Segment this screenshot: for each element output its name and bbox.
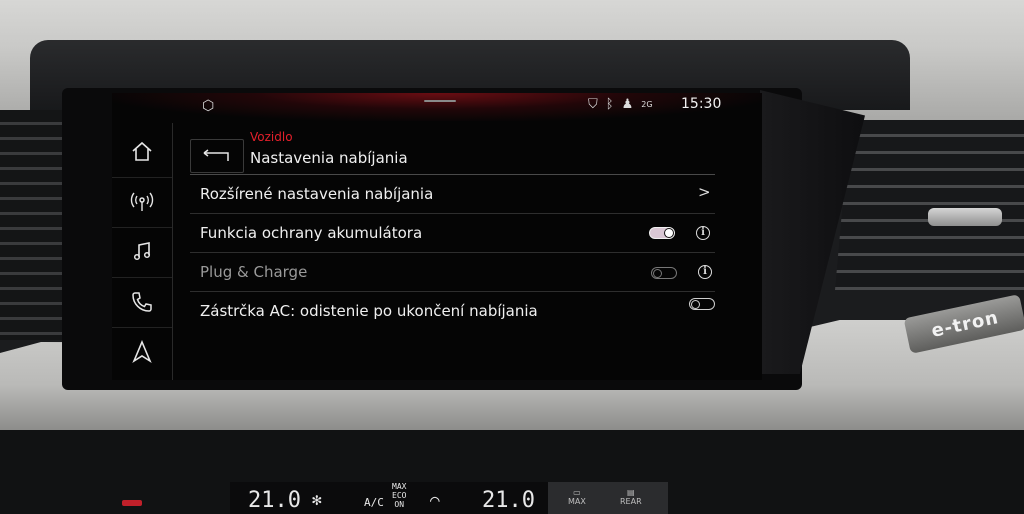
signal-icon: 2G [641, 100, 653, 109]
left-air-vent [0, 110, 70, 340]
ac-plug-unlock-toggle[interactable] [689, 298, 715, 310]
breadcrumb[interactable]: Vozidlo [250, 130, 293, 144]
location-icon: ⛉ [588, 97, 598, 112]
plug-and-charge-toggle[interactable] [651, 267, 677, 279]
sidebar-item-phone[interactable] [112, 277, 172, 328]
vent-knob [928, 208, 1002, 226]
hazard-led [122, 500, 142, 506]
setting-label: Plug & Charge [200, 263, 308, 281]
setting-plug-and-charge[interactable]: Plug & Charge i [190, 253, 715, 292]
fan-icon[interactable]: ✻ [312, 490, 322, 509]
setting-ac-plug-unlock[interactable]: Zástrčka AC: odistenie po ukončení nabíj… [190, 292, 715, 330]
sidebar-item-home[interactable] [112, 127, 172, 178]
status-icons: ⛉ ᛒ ♟ 2G [588, 97, 653, 112]
home-icon [132, 141, 152, 161]
page-title: Nastavenia nabíjania [250, 149, 408, 167]
max-defrost-label: MAX [568, 497, 586, 506]
setting-label: Rozšírené nastavenia nabíjania [200, 185, 434, 203]
bluetooth-icon: ᛒ [605, 97, 614, 112]
music-note-icon [133, 242, 151, 261]
setting-advanced-charging[interactable]: Rozšírené nastavenia nabíjania > [190, 175, 715, 214]
toggle-knob [653, 268, 662, 278]
max-label: MAX [392, 482, 407, 491]
setting-label: Zástrčka AC: odistenie po ukončení nabíj… [200, 302, 538, 320]
sidebar-item-media[interactable] [112, 227, 172, 278]
navigation-arrow-icon [132, 340, 152, 364]
sidebar [112, 123, 173, 380]
right-temperature[interactable]: 21.0 [482, 488, 535, 513]
sidebar-item-navigation[interactable] [112, 327, 172, 377]
status-bar-handle[interactable] [424, 100, 456, 102]
max-defrost-button[interactable]: ▭ MAX [568, 488, 586, 506]
max-eco-button[interactable]: MAX ECO ON [392, 482, 406, 509]
phone-icon [132, 292, 152, 312]
setting-battery-protection[interactable]: Funkcia ochrany akumulátora i [190, 214, 715, 253]
eco-label: ECO [392, 491, 407, 500]
back-arrow-icon [203, 149, 229, 161]
defrost-buttons: ▭ MAX ▤ REAR [548, 482, 668, 514]
clock: 15:30 [681, 96, 722, 112]
chevron-right-icon: > [698, 183, 711, 201]
right-air-vent [835, 120, 1024, 290]
sidebar-item-radio[interactable] [112, 177, 172, 228]
info-icon[interactable]: i [698, 265, 712, 279]
left-temperature[interactable]: 21.0 [248, 488, 301, 513]
toggle-knob [665, 229, 673, 237]
on-label: ON [394, 500, 405, 509]
vehicle-cube-icon[interactable]: ⬡ [202, 98, 214, 114]
infotainment-screen: ⬡ ⛉ ᛒ ♟ 2G 15:30 Vozidlo Nastavenia nabí… [112, 93, 762, 380]
seat-heating-icon[interactable]: ⌒ [430, 490, 440, 509]
setting-label: Funkcia ochrany akumulátora [200, 224, 423, 242]
rear-defrost-label: REAR [620, 497, 642, 506]
rear-defrost-button[interactable]: ▤ REAR [620, 488, 642, 506]
battery-protection-toggle[interactable] [649, 227, 675, 239]
climate-panel: 21.0 ✻ A/C MAX ECO ON ⌒ 21.0 [230, 482, 550, 514]
person-icon: ♟ [621, 97, 634, 112]
radio-icon [130, 192, 154, 211]
ac-button[interactable]: A/C [364, 496, 384, 509]
toggle-knob [691, 299, 700, 309]
back-button[interactable] [190, 139, 244, 173]
info-icon[interactable]: i [696, 226, 710, 240]
